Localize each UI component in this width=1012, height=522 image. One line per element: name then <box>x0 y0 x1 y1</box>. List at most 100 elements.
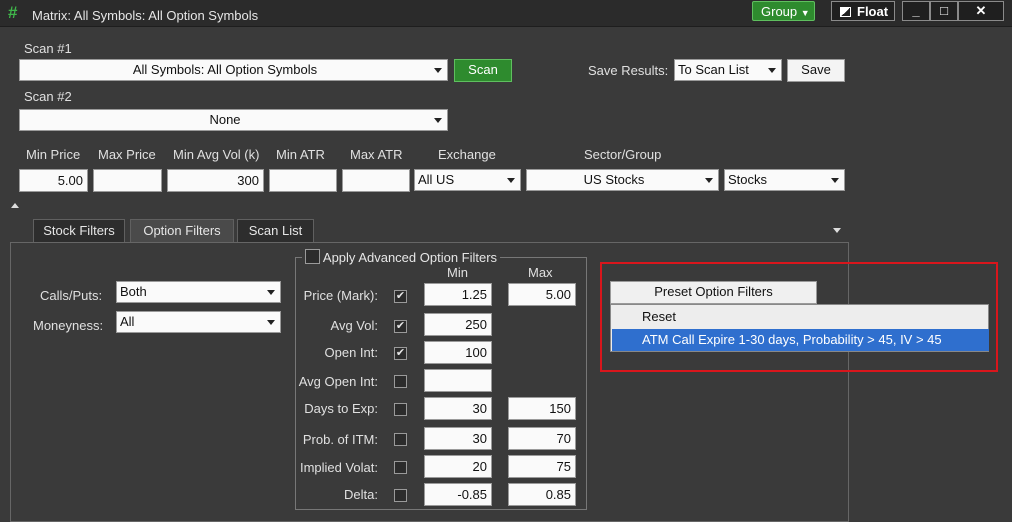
tab-menu-down-icon[interactable] <box>833 228 841 233</box>
implied-volat-max-input[interactable]: 75 <box>508 455 576 478</box>
exchange-select[interactable]: All US <box>414 169 521 191</box>
close-button[interactable]: ✕ <box>958 1 1004 21</box>
max-header: Max <box>528 265 553 280</box>
float-button[interactable]: Float <box>831 1 895 21</box>
price-mark-checkbox[interactable]: ✔ <box>394 290 407 303</box>
prob-itm-checkbox[interactable] <box>394 433 407 446</box>
calls-puts-value: Both <box>120 284 147 299</box>
prob-itm-min-input[interactable]: 30 <box>424 427 492 450</box>
save-results-value: To Scan List <box>678 62 749 77</box>
minimize-icon: _ <box>912 3 920 18</box>
max-price-input[interactable] <box>93 169 162 192</box>
max-atr-input[interactable] <box>342 169 410 192</box>
implied-volat-min-input[interactable]: 20 <box>424 455 492 478</box>
window-title: Matrix: All Symbols: All Option Symbols <box>32 8 259 23</box>
chevron-down-icon <box>768 68 776 73</box>
price-mark-label: Price (Mark): <box>303 288 378 303</box>
implied-volat-label: Implied Volat: <box>299 460 378 475</box>
group-select[interactable]: Stocks <box>724 169 845 191</box>
price-mark-max-input[interactable]: 5.00 <box>508 283 576 306</box>
menu-item-atm-call[interactable]: ATM Call Expire 1-30 days, Probability >… <box>612 329 989 351</box>
sector-value: US Stocks <box>583 172 645 187</box>
group-button[interactable]: Group ▼ <box>752 1 815 21</box>
prob-itm-max-input[interactable]: 70 <box>508 427 576 450</box>
price-mark-min-input[interactable]: 1.25 <box>424 283 492 306</box>
delta-max-input[interactable]: 0.85 <box>508 483 576 506</box>
moneyness-label: Moneyness: <box>33 318 104 333</box>
sector-select[interactable]: US Stocks <box>526 169 719 191</box>
moneyness-value: All <box>120 314 135 329</box>
scan2-select[interactable]: None <box>19 109 448 131</box>
chevron-down-icon <box>267 320 275 325</box>
delta-min-input[interactable]: -0.85 <box>424 483 492 506</box>
max-price-header: Max Price <box>98 147 156 162</box>
chevron-down-icon <box>705 178 713 183</box>
avg-open-int-checkbox[interactable] <box>394 375 407 388</box>
advanced-checkbox[interactable] <box>305 249 320 264</box>
delta-checkbox[interactable] <box>394 489 407 502</box>
minimize-button[interactable]: _ <box>902 1 930 21</box>
min-atr-header: Min ATR <box>276 147 325 162</box>
tab-stock-filters[interactable]: Stock Filters <box>33 219 125 243</box>
chevron-down-icon <box>434 68 442 73</box>
advanced-header: Apply Advanced Option Filters <box>302 249 501 265</box>
scan-button[interactable]: Scan <box>454 59 512 82</box>
maximize-icon: □ <box>940 3 948 18</box>
chevron-down-icon: ▼ <box>800 8 810 18</box>
days-to-exp-label: Days to Exp: <box>304 401 378 416</box>
matrix-hash-icon: # <box>8 3 18 22</box>
group-value: Stocks <box>728 172 768 187</box>
delta-label: Delta: <box>344 487 378 502</box>
min-price-header: Min Price <box>26 147 81 162</box>
open-int-label: Open Int: <box>324 345 378 360</box>
prob-itm-label: Prob. of ITM: <box>302 432 378 447</box>
avg-vol-min-input[interactable]: 250 <box>424 313 492 336</box>
scan1-value: All Symbols: All Option Symbols <box>132 62 318 77</box>
avg-open-int-min-input[interactable] <box>424 369 492 392</box>
chevron-down-icon <box>434 118 442 123</box>
float-icon <box>840 7 851 17</box>
advanced-label: Apply Advanced Option Filters <box>322 250 498 265</box>
min-header: Min <box>447 265 468 280</box>
scan1-select[interactable]: All Symbols: All Option Symbols <box>19 59 448 81</box>
open-int-min-input[interactable]: 100 <box>424 341 492 364</box>
min-avg-vol-header: Min Avg Vol (k) <box>173 147 260 162</box>
save-button[interactable]: Save <box>787 59 845 82</box>
preset-menu: Reset ATM Call Expire 1-30 days, Probabi… <box>610 304 989 352</box>
tab-option-filters[interactable]: Option Filters <box>130 219 234 243</box>
calls-puts-select[interactable]: Both <box>116 281 281 303</box>
days-to-exp-max-input[interactable]: 150 <box>508 397 576 420</box>
moneyness-select[interactable]: All <box>116 311 281 333</box>
maximize-button[interactable]: □ <box>930 1 958 21</box>
chevron-down-icon <box>831 178 839 183</box>
menu-item-reset[interactable]: Reset <box>612 306 989 328</box>
avg-vol-label: Avg Vol: <box>330 318 378 333</box>
max-atr-header: Max ATR <box>350 147 403 162</box>
save-results-label: Save Results: <box>588 63 669 78</box>
tab-scan-list[interactable]: Scan List <box>237 219 314 243</box>
scan1-label: Scan #1 <box>24 41 72 56</box>
implied-volat-checkbox[interactable] <box>394 461 407 474</box>
min-atr-input[interactable] <box>269 169 337 192</box>
preset-option-filters-button[interactable]: Preset Option Filters <box>610 281 817 304</box>
avg-open-int-label: Avg Open Int: <box>298 374 378 389</box>
scan2-value: None <box>209 112 241 127</box>
exchange-header: Exchange <box>438 147 496 162</box>
open-int-checkbox[interactable]: ✔ <box>394 347 407 360</box>
scan2-label: Scan #2 <box>24 89 72 104</box>
close-icon: ✕ <box>975 3 987 18</box>
float-button-label: Float <box>857 4 889 19</box>
days-to-exp-min-input[interactable]: 30 <box>424 397 492 420</box>
calls-puts-label: Calls/Puts: <box>40 288 103 303</box>
chevron-down-icon <box>507 178 515 183</box>
days-to-exp-checkbox[interactable] <box>394 403 407 416</box>
collapse-up-icon[interactable] <box>11 203 19 208</box>
chevron-down-icon <box>267 290 275 295</box>
avg-vol-checkbox[interactable]: ✔ <box>394 320 407 333</box>
exchange-value: All US <box>418 172 455 187</box>
group-button-label: Group <box>761 4 798 19</box>
min-price-input[interactable]: 5.00 <box>19 169 88 192</box>
min-avg-vol-input[interactable]: 300 <box>167 169 264 192</box>
sector-group-header: Sector/Group <box>584 147 662 162</box>
save-results-select[interactable]: To Scan List <box>674 59 782 81</box>
